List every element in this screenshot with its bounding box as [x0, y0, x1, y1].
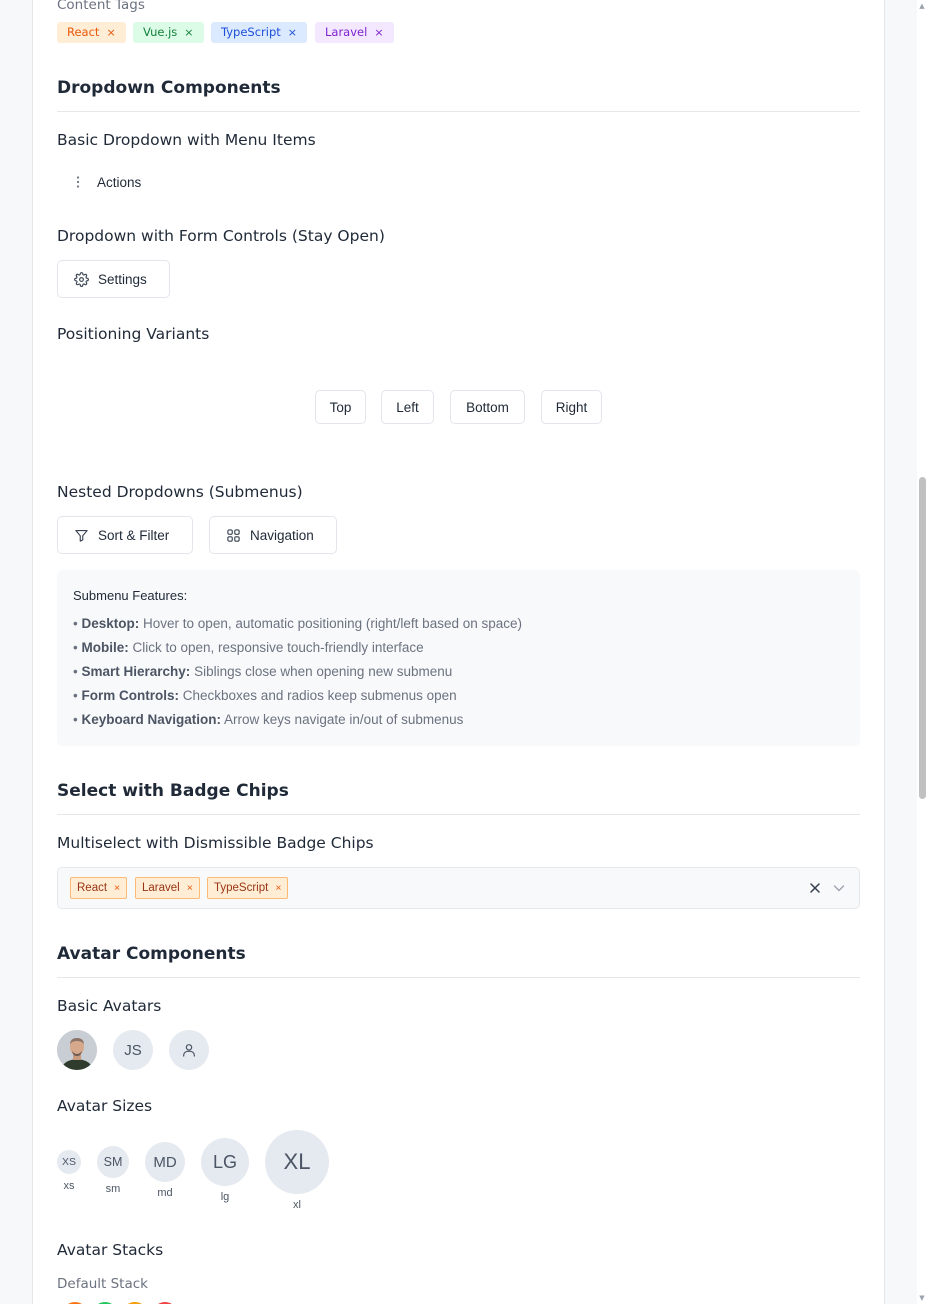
remove-tag-icon[interactable]: × — [184, 22, 193, 43]
feature-item: • Form Controls: Checkboxes and radios k… — [73, 688, 457, 703]
chevron-down-icon[interactable] — [833, 883, 845, 893]
divider — [57, 814, 860, 815]
remove-chip-icon[interactable]: × — [114, 882, 120, 894]
more-vertical-icon — [76, 176, 80, 188]
chip-label: Laravel — [142, 882, 180, 894]
size-label: xl — [293, 1199, 301, 1211]
avatar-xs: XS — [57, 1150, 81, 1174]
chip-label: TypeScript — [214, 882, 269, 894]
actions-label: Actions — [97, 174, 142, 190]
user-icon — [183, 1044, 195, 1057]
sort-filter-button[interactable]: Sort & Filter — [57, 516, 193, 554]
tag-laravel: Laravel × — [315, 22, 394, 43]
position-right-button[interactable]: Right — [541, 390, 602, 424]
avatar-md: MD — [145, 1142, 185, 1182]
avatar-stacks-title: Avatar Stacks — [57, 1241, 164, 1259]
default-stack-label: Default Stack — [57, 1276, 148, 1292]
avatar-photo — [57, 1030, 97, 1070]
remove-chip-icon[interactable]: × — [275, 882, 281, 894]
section-title-select: Select with Badge Chips — [57, 781, 289, 801]
position-left-button[interactable]: Left — [381, 390, 434, 424]
nested-dropdown-title: Nested Dropdowns (Submenus) — [57, 483, 303, 501]
close-icon[interactable] — [809, 882, 821, 894]
actions-dropdown-trigger[interactable]: Actions — [74, 172, 141, 192]
chip-typescript: TypeScript × — [207, 877, 289, 899]
chip-react: React × — [70, 877, 128, 899]
avatar-sizes-title: Avatar Sizes — [57, 1097, 153, 1115]
remove-tag-icon[interactable]: × — [288, 22, 297, 43]
positioning-title: Positioning Variants — [57, 325, 210, 343]
basic-avatars-title: Basic Avatars — [57, 997, 162, 1015]
chip-label: React — [77, 882, 108, 894]
settings-label: Settings — [98, 271, 147, 287]
size-label: md — [157, 1187, 173, 1199]
size-label: lg — [220, 1191, 230, 1203]
settings-button[interactable]: Settings — [57, 260, 170, 298]
size-label: sm — [105, 1183, 121, 1195]
navigation-label: Navigation — [250, 527, 314, 543]
grid-icon — [227, 528, 240, 542]
navigation-button[interactable]: Navigation — [209, 516, 337, 554]
multiselect-input[interactable]: React × Laravel × TypeScript × — [57, 867, 860, 909]
scrollbar-thumb[interactable] — [919, 477, 926, 799]
multiselect-title: Multiselect with Dismissible Badge Chips — [57, 834, 374, 852]
feature-item: • Desktop: Hover to open, automatic posi… — [73, 616, 523, 631]
tag-react: React × — [57, 22, 126, 43]
tag-vue: Vue.js × — [133, 22, 204, 43]
avatar-initials: JS — [113, 1030, 153, 1070]
remove-tag-icon[interactable]: × — [374, 22, 383, 43]
remove-tag-icon[interactable]: × — [106, 22, 115, 43]
content-tags-label: Content Tags — [57, 0, 145, 13]
basic-dropdown-title: Basic Dropdown with Menu Items — [57, 131, 316, 149]
scroll-up-arrow[interactable]: ▲ — [918, 2, 926, 10]
sort-filter-label: Sort & Filter — [98, 527, 170, 543]
submenu-features-box: Submenu Features: • Desktop: Hover to op… — [57, 570, 860, 746]
size-label: xs — [63, 1180, 75, 1192]
tag-typescript: TypeScript × — [211, 22, 307, 43]
form-controls-dropdown-title: Dropdown with Form Controls (Stay Open) — [57, 227, 385, 245]
divider — [57, 111, 860, 112]
feature-item: • Keyboard Navigation: Arrow keys naviga… — [73, 712, 464, 727]
avatar-xl: XL — [265, 1130, 329, 1194]
divider — [57, 977, 860, 978]
tag-label: React — [67, 25, 100, 39]
chip-laravel: Laravel × — [135, 877, 200, 899]
position-bottom-button[interactable]: Bottom — [450, 390, 525, 424]
features-title: Submenu Features: — [73, 588, 188, 603]
gear-icon — [74, 271, 89, 287]
scroll-down-arrow[interactable]: ▼ — [918, 1294, 926, 1302]
position-top-button[interactable]: Top — [315, 390, 366, 424]
avatar-placeholder — [169, 1030, 209, 1070]
tag-label: Laravel — [325, 25, 368, 39]
avatar-sm: SM — [97, 1146, 129, 1178]
avatar-lg: LG — [201, 1138, 249, 1186]
tag-label: TypeScript — [221, 25, 281, 39]
feature-item: • Mobile: Click to open, responsive touc… — [73, 640, 424, 655]
filter-icon — [75, 529, 88, 542]
section-title-avatar: Avatar Components — [57, 944, 246, 964]
tag-label: Vue.js — [143, 25, 178, 39]
section-title-dropdown: Dropdown Components — [57, 78, 281, 98]
feature-item: • Smart Hierarchy: Siblings close when o… — [73, 664, 453, 679]
remove-chip-icon[interactable]: × — [187, 882, 193, 894]
